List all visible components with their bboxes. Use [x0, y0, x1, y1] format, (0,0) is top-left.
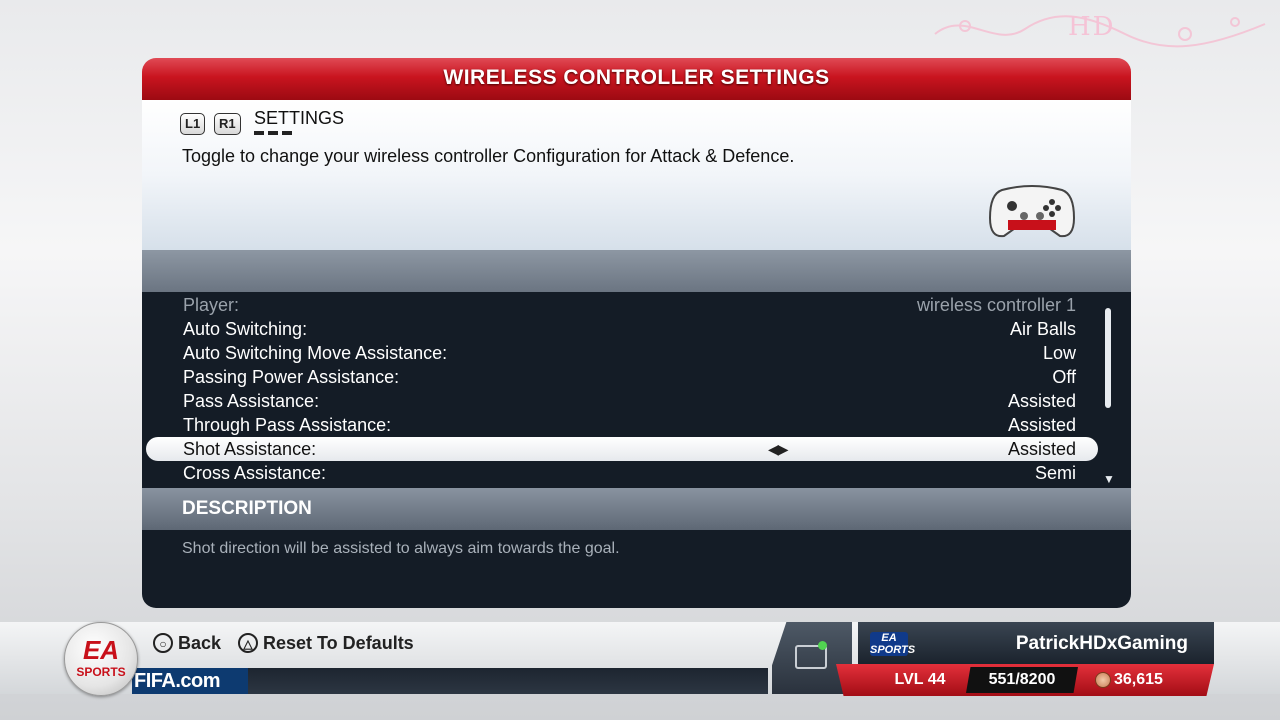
panel-header: WIRELESS CONTROLLER SETTINGS [142, 58, 1131, 102]
settings-panel: WIRELESS CONTROLLER SETTINGS L1 R1 SETTI… [142, 58, 1131, 608]
page-indicator [254, 131, 294, 135]
setting-label: Auto Switching Move Assistance: [183, 343, 448, 363]
fifa-com-logo: FIFA.com [134, 670, 221, 692]
ea-sports-logo: EA SPORTS [64, 622, 138, 696]
toggle-arrows-icon[interactable]: ◀▶ [768, 437, 789, 461]
header-band [142, 250, 1131, 292]
coin-balance: 36,615 [1114, 671, 1163, 688]
triangle-button-icon: △ [238, 633, 258, 653]
r1-button[interactable]: R1 [214, 113, 241, 135]
setting-row-pass-assistance[interactable]: Pass Assistance: Assisted [142, 389, 1102, 413]
settings-list: Player: wireless controller 1 Auto Switc… [142, 292, 1131, 488]
description-title: DESCRIPTION [182, 498, 312, 519]
section-label: SETTINGS [254, 108, 345, 128]
setting-label: Shot Assistance: [183, 439, 317, 459]
info-box: L1 R1 SETTINGS Toggle to change your wir… [142, 100, 1131, 250]
description-body: Shot direction will be assisted to alway… [142, 530, 1131, 608]
setting-value: Assisted [1007, 391, 1076, 411]
setting-label: Pass Assistance: [183, 391, 320, 411]
setting-row-cross-assistance[interactable]: Cross Assistance: Semi [142, 461, 1102, 485]
setting-row-auto-switching-move-assistance[interactable]: Auto Switching Move Assistance: Low [142, 341, 1102, 365]
setting-value: Assisted [1007, 439, 1076, 459]
scrollbar[interactable] [1105, 308, 1111, 408]
setting-value: Air Balls [1009, 319, 1076, 339]
setting-value: Off [1052, 367, 1076, 387]
back-label: Back [178, 633, 222, 653]
setting-value: wireless controller 1 [916, 295, 1076, 315]
setting-label: Auto Switching: [183, 319, 308, 339]
ea-sports-badge-icon: EA SPORTS [870, 632, 916, 656]
ea-logo-letters: EA [82, 635, 120, 665]
description-header: DESCRIPTION [142, 488, 1131, 530]
setting-value: Assisted [1007, 415, 1076, 435]
setting-label: Through Pass Assistance: [183, 415, 392, 435]
xp-progress: 551/8200 [988, 671, 1056, 688]
channel-watermark: HD [925, 4, 1275, 56]
reset-label: Reset To Defaults [263, 633, 414, 653]
gamepad-icon [988, 185, 1076, 238]
setting-value: Semi [1034, 463, 1076, 483]
info-text: Toggle to change your wireless controlle… [182, 146, 795, 166]
back-button[interactable]: ○ Back [153, 632, 221, 654]
reset-to-defaults-button[interactable]: △ Reset To Defaults [238, 632, 414, 654]
bottom-strip [248, 668, 768, 694]
l1-button[interactable]: L1 [180, 113, 206, 135]
page-title: WIRELESS CONTROLLER SETTINGS [443, 66, 830, 89]
circle-button-icon: ○ [153, 633, 173, 653]
ea-logo-sub: SPORTS [76, 665, 126, 679]
online-status-dot-icon [818, 641, 827, 650]
coin-icon [1095, 672, 1111, 688]
setting-label: Cross Assistance: [183, 463, 327, 483]
watermark-text: HD [1068, 12, 1116, 42]
setting-label: Player: [183, 295, 240, 315]
player-level: LVL 44 [894, 671, 946, 688]
setting-row-auto-switching[interactable]: Auto Switching: Air Balls [142, 317, 1102, 341]
setting-row-shot-assistance[interactable]: Shot Assistance: ◀▶ Assisted [146, 437, 1098, 461]
scroll-down-arrow-icon[interactable]: ▼ [1103, 472, 1115, 486]
setting-label: Passing Power Assistance: [183, 367, 400, 387]
setting-row-passing-power-assistance[interactable]: Passing Power Assistance: Off [142, 365, 1102, 389]
setting-row-through-pass-assistance[interactable]: Through Pass Assistance: Assisted [142, 413, 1102, 437]
setting-value: Low [1042, 343, 1076, 363]
setting-row-player: Player: wireless controller 1 [142, 293, 1102, 317]
username: PatrickHDxGaming [1015, 633, 1188, 654]
description-text: Shot direction will be assisted to alway… [182, 540, 620, 557]
